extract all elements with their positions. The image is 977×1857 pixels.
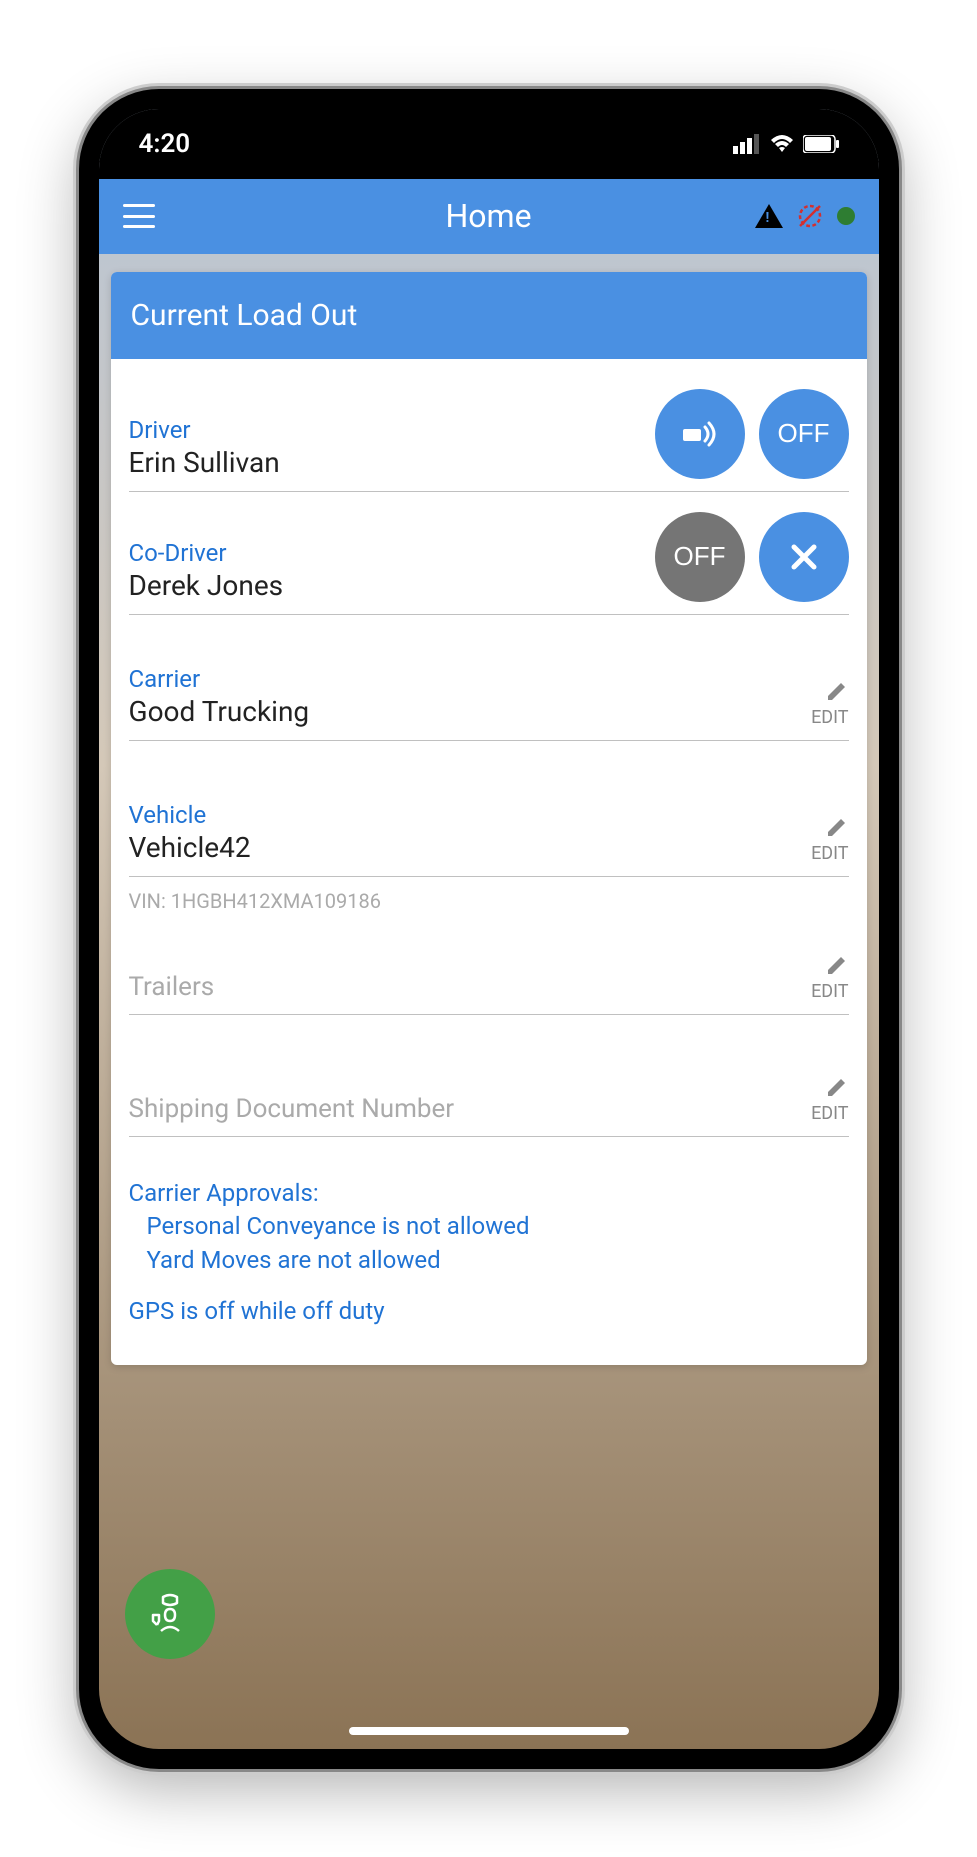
codriver-label: Co-Driver bbox=[129, 539, 655, 567]
carrier-value: Good Trucking bbox=[129, 695, 812, 728]
phone-frame: 4:20 Home Current Load Out bbox=[79, 89, 899, 1769]
screen: 4:20 Home Current Load Out bbox=[99, 109, 879, 1749]
pencil-icon bbox=[825, 815, 849, 839]
codriver-row: Co-Driver Derek Jones OFF bbox=[129, 492, 849, 615]
content-area: Current Load Out Driver Erin Sullivan OF… bbox=[99, 254, 879, 1384]
close-icon bbox=[784, 537, 824, 577]
eld-connect-button[interactable] bbox=[655, 389, 745, 479]
driver-row: Driver Erin Sullivan OFF bbox=[129, 369, 849, 492]
card-title: Current Load Out bbox=[111, 272, 867, 359]
edit-trailers-button[interactable]: EDIT bbox=[811, 953, 848, 1002]
codriver-status-button[interactable]: OFF bbox=[655, 512, 745, 602]
vehicle-label: Vehicle bbox=[129, 801, 812, 829]
home-indicator[interactable] bbox=[349, 1727, 629, 1735]
header-status-icons bbox=[755, 201, 855, 231]
driver-value: Erin Sullivan bbox=[129, 446, 655, 479]
edit-vehicle-button[interactable]: EDIT bbox=[811, 815, 848, 864]
status-dot bbox=[837, 207, 855, 225]
pencil-icon bbox=[825, 953, 849, 977]
edit-shipping-button[interactable]: EDIT bbox=[811, 1075, 848, 1124]
approvals-heading: Carrier Approvals: bbox=[129, 1177, 849, 1211]
edit-carrier-button[interactable]: EDIT bbox=[811, 679, 848, 728]
trailers-placeholder: Trailers bbox=[129, 972, 812, 1002]
trailers-row[interactable]: Trailers EDIT bbox=[129, 933, 849, 1015]
app-header: Home bbox=[99, 179, 879, 254]
menu-button[interactable] bbox=[123, 204, 155, 228]
officer-icon bbox=[143, 1587, 197, 1641]
status-icons bbox=[733, 134, 839, 154]
approval-line-1: Personal Conveyance is not allowed bbox=[129, 1210, 849, 1244]
notch bbox=[329, 89, 649, 134]
shipping-row[interactable]: Shipping Document Number EDIT bbox=[129, 1055, 849, 1137]
page-title: Home bbox=[445, 197, 531, 235]
approval-line-2: Yard Moves are not allowed bbox=[129, 1244, 849, 1278]
carrier-approvals: Carrier Approvals: Personal Conveyance i… bbox=[129, 1177, 849, 1278]
pencil-icon bbox=[825, 1075, 849, 1099]
status-time: 4:20 bbox=[139, 129, 191, 159]
signal-icon bbox=[733, 134, 761, 154]
battery-icon bbox=[803, 135, 839, 153]
card-body: Driver Erin Sullivan OFF Co-Driver bbox=[111, 359, 867, 1366]
wifi-icon bbox=[769, 134, 795, 154]
broadcast-icon bbox=[675, 409, 725, 459]
gps-off-icon[interactable] bbox=[795, 201, 825, 231]
driver-label: Driver bbox=[129, 416, 655, 444]
loadout-card: Current Load Out Driver Erin Sullivan OF… bbox=[111, 272, 867, 1366]
pencil-icon bbox=[825, 679, 849, 703]
carrier-row: Carrier Good Trucking EDIT bbox=[129, 645, 849, 741]
vehicle-value: Vehicle42 bbox=[129, 831, 812, 864]
shipping-placeholder: Shipping Document Number bbox=[129, 1094, 812, 1124]
vehicle-row: Vehicle Vehicle42 EDIT bbox=[129, 781, 849, 877]
gps-note: GPS is off while off duty bbox=[129, 1297, 849, 1325]
carrier-label: Carrier bbox=[129, 665, 812, 693]
vin-note: VIN: 1HGBH412XMA109186 bbox=[129, 877, 849, 933]
inspection-fab[interactable] bbox=[125, 1569, 215, 1659]
driver-status-button[interactable]: OFF bbox=[759, 389, 849, 479]
background-road bbox=[99, 1549, 879, 1749]
codriver-value: Derek Jones bbox=[129, 569, 655, 602]
warning-icon[interactable] bbox=[755, 204, 783, 228]
remove-codriver-button[interactable] bbox=[759, 512, 849, 602]
